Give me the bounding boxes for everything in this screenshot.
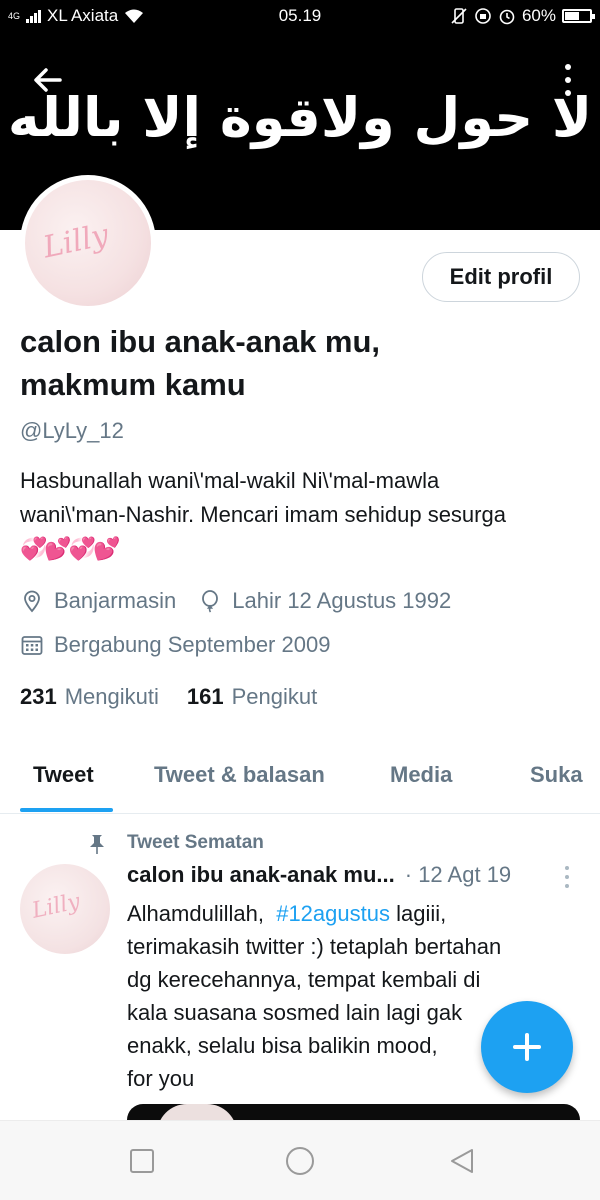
profile-avatar[interactable]: Lilly bbox=[20, 175, 156, 311]
profile-bio: Hasbunallah wani\'mal-wakil Ni\'mal-mawl… bbox=[20, 464, 590, 566]
birthday-text: Lahir 12 Agustus 1992 bbox=[232, 588, 452, 613]
status-bar: 4G XL Axiata 05.19 60% bbox=[0, 0, 600, 34]
display-name: calon ibu anak-anak mu, makmum kamu bbox=[20, 320, 580, 406]
joined-text: Bergabung September 2009 bbox=[54, 632, 331, 657]
alarm-icon bbox=[499, 9, 515, 25]
pinned-tweet-label: Tweet Sematan bbox=[127, 832, 264, 853]
tweet-author-avatar[interactable]: Lilly bbox=[20, 864, 110, 954]
following-link[interactable]: 231 Mengikuti bbox=[20, 684, 159, 710]
tweet-text-after-hashtag: lagiii, bbox=[389, 901, 447, 926]
battery-percent: 60% bbox=[521, 6, 556, 25]
display-name-line2: makmum kamu bbox=[20, 367, 246, 402]
tab-tweet[interactable]: Tweet bbox=[33, 762, 94, 788]
compose-tweet-button[interactable] bbox=[481, 1001, 573, 1093]
banner-calligraphy: لا حول ولاقوة إلا بالله bbox=[7, 86, 593, 149]
pin-icon bbox=[90, 835, 104, 854]
battery-icon bbox=[562, 9, 595, 23]
bio-line2: wani\'man-Nashir. Mencari imam sehidup s… bbox=[20, 502, 506, 527]
hashtag-link[interactable]: #12agustus bbox=[276, 901, 390, 926]
location-text: Banjarmasin bbox=[54, 588, 177, 613]
profile-tabs: Tweet Tweet & balasan Media Suka bbox=[0, 750, 600, 814]
tweet-line2: terimakasih twitter :) tetaplah bertahan bbox=[127, 934, 502, 959]
avatar-text: Lilly bbox=[40, 217, 112, 266]
tweet-text-start: Alhamdulillah, bbox=[127, 901, 264, 926]
followers-link[interactable]: 161 Pengikut bbox=[187, 684, 317, 710]
tweet-header: calon ibu anak-anak mu... · 12 Agt 19 bbox=[127, 862, 537, 888]
bio-hearts-emoji: 💞💕💞💕 bbox=[20, 536, 121, 561]
follow-stats: 231 Mengikuti 161 Pengikut bbox=[20, 684, 317, 710]
balloon-icon bbox=[202, 590, 219, 613]
vibrate-icon bbox=[451, 8, 467, 24]
rotation-lock-icon bbox=[475, 8, 491, 24]
tweet-avatar-text: Lilly bbox=[29, 889, 83, 924]
tweet-line1: Alhamdulillah, #12agustus lagiii, bbox=[127, 897, 587, 930]
location-pin-icon bbox=[24, 590, 40, 613]
bio-line1: Hasbunallah wani\'mal-wakil Ni\'mal-mawl… bbox=[20, 468, 440, 493]
active-tab-indicator bbox=[20, 808, 113, 812]
back-button[interactable] bbox=[28, 60, 68, 100]
status-right: 60% bbox=[450, 6, 595, 26]
display-name-line1: calon ibu anak-anak mu, bbox=[20, 324, 381, 359]
following-label: Mengikuti bbox=[64, 684, 159, 709]
back-nav-icon[interactable] bbox=[448, 1147, 476, 1175]
calendar-icon bbox=[21, 636, 43, 655]
tab-tweet-replies[interactable]: Tweet & balasan bbox=[154, 762, 325, 788]
back-arrow-icon bbox=[34, 68, 62, 92]
following-count: 231 bbox=[20, 684, 57, 709]
meta-row-joined: Bergabung September 2009 bbox=[20, 632, 330, 658]
profile-handle: @LyLy_12 bbox=[20, 418, 124, 443]
tweet-author-name[interactable]: calon ibu anak-anak mu... bbox=[127, 862, 395, 888]
home-icon[interactable] bbox=[285, 1146, 315, 1176]
edit-profile-button[interactable]: Edit profil bbox=[422, 252, 580, 302]
android-nav-bar bbox=[0, 1120, 600, 1200]
followers-count: 161 bbox=[186, 684, 224, 709]
more-options-icon[interactable] bbox=[562, 60, 574, 100]
recent-apps-icon[interactable] bbox=[128, 1147, 156, 1175]
tab-media[interactable]: Media bbox=[390, 762, 452, 788]
tweet-date[interactable]: · 12 Agt 19 bbox=[405, 862, 511, 888]
meta-row-location-birthday: Banjarmasin Lahir 12 Agustus 1992 bbox=[20, 588, 451, 614]
tweet-line3: dg kerecehannya, tempat kembali di bbox=[127, 967, 481, 992]
tweet-more-icon[interactable] bbox=[563, 866, 571, 888]
followers-label: Pengikut bbox=[231, 684, 318, 709]
tab-likes[interactable]: Suka bbox=[530, 762, 583, 788]
